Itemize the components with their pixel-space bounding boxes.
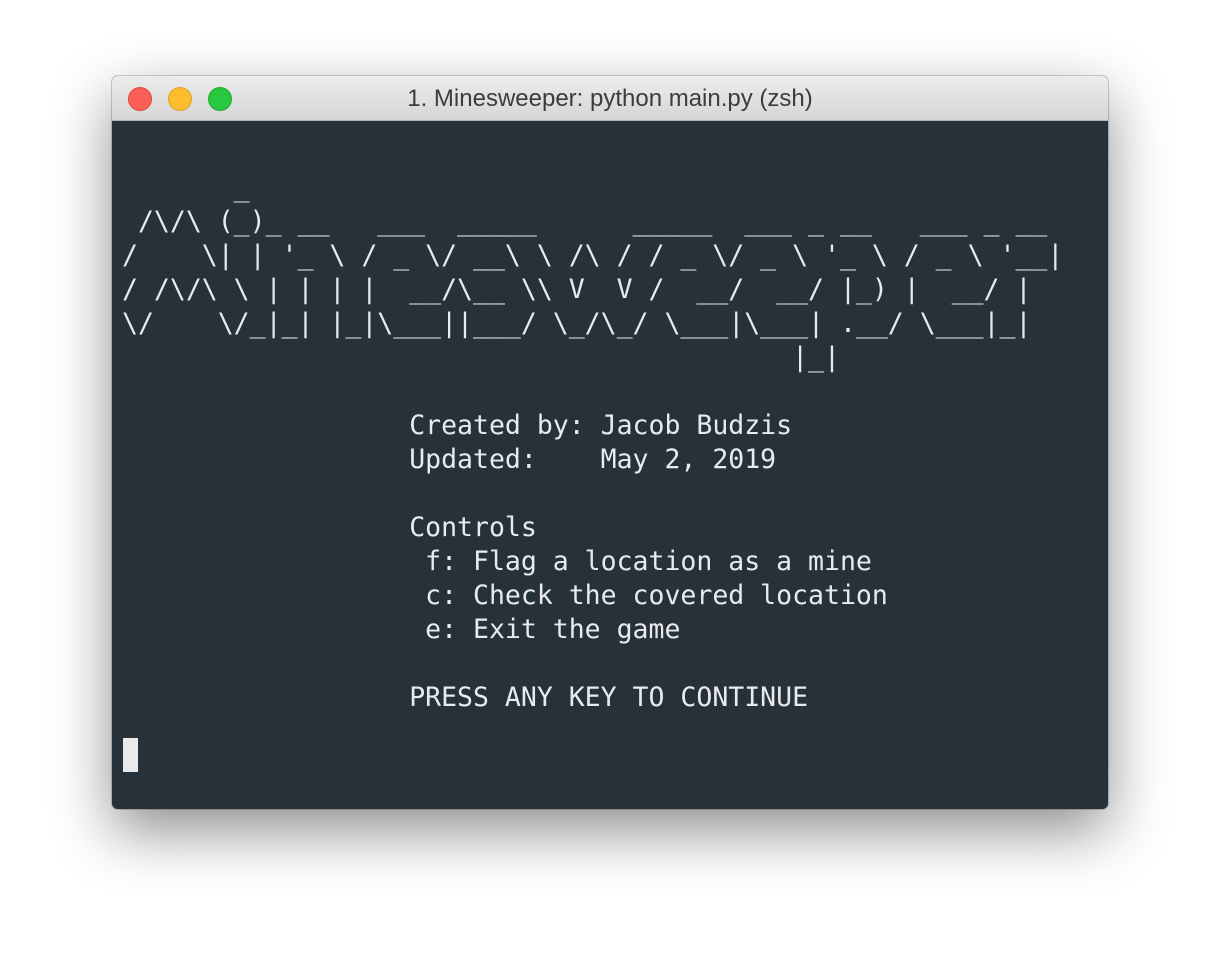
- terminal-screen[interactable]: _ /\/\ (_)_ __ ___ _____ _____ ___ _ __ …: [112, 121, 1108, 809]
- window-title: 1. Minesweeper: python main.py (zsh): [407, 85, 813, 112]
- ascii-logo-line: / /\/\ \ | | | | __/\__ \\ V V / __/ __/…: [122, 274, 1032, 305]
- ascii-logo-line: |_|: [122, 342, 840, 373]
- ascii-logo-line: _: [122, 172, 250, 203]
- ascii-logo-line: \/ \/_|_| |_|\___||___/ \_/\_/ \___|\___…: [122, 308, 1032, 339]
- press-any-key-prompt: PRESS ANY KEY TO CONTINUE: [409, 682, 809, 713]
- control-flag-line: f: Flag a location as a mine: [409, 546, 872, 577]
- terminal-window: 1. Minesweeper: python main.py (zsh) _ /…: [112, 76, 1108, 809]
- ascii-logo-line: / \| | '_ \ / _ \/ __\ \ /\ / / _ \/ _ \…: [122, 240, 1064, 271]
- title-bar[interactable]: 1. Minesweeper: python main.py (zsh): [112, 76, 1108, 121]
- text-cursor: [123, 738, 138, 772]
- control-check-line: c: Check the covered location: [409, 580, 888, 611]
- ascii-logo-line: /\/\ (_)_ __ ___ _____ _____ ___ _ __ __…: [122, 206, 1048, 237]
- updated-line: Updated: May 2, 2019: [409, 444, 777, 475]
- controls-heading: Controls: [409, 512, 537, 543]
- control-exit-line: e: Exit the game: [409, 614, 681, 645]
- terminal-output: _ /\/\ (_)_ __ ___ _____ _____ ___ _ __ …: [122, 171, 1063, 715]
- created-by-line: Created by: Jacob Budzis: [409, 410, 793, 441]
